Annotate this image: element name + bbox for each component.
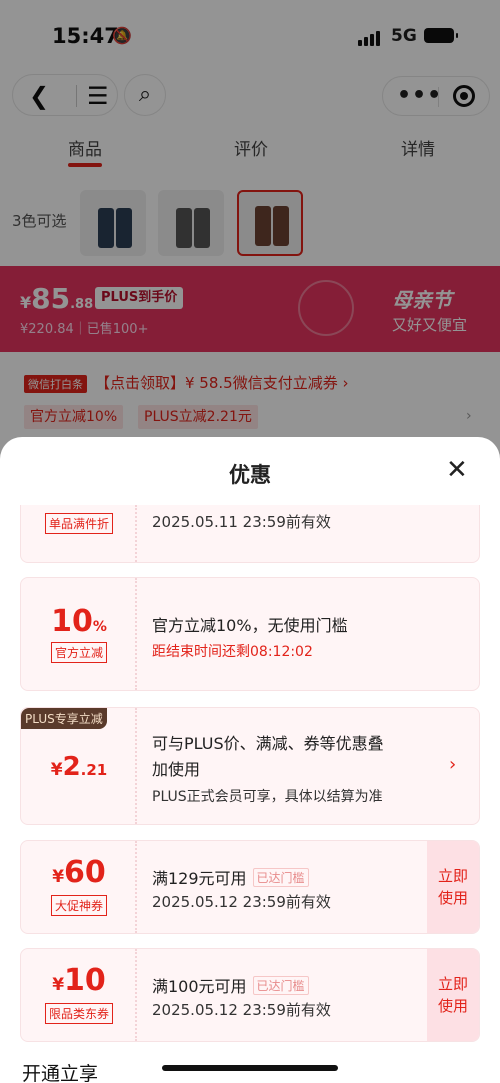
section-title-plus: 开通立享	[22, 1063, 99, 1083]
discount-card-official: 10% 官方立减 官方立减10%，无使用门槛 距结束时间还剩08:12:02	[20, 577, 480, 691]
coupon-threshold: 满100元可用 已达门槛	[152, 973, 309, 997]
coupon-amount: ¥10	[52, 963, 106, 998]
coupon-threshold: 满129元可用 已达门槛	[152, 865, 309, 889]
coupon-countdown: 距结束时间还剩08:12:02	[152, 644, 313, 660]
coupon-validity: 2025.05.11 23:59前有效	[152, 513, 331, 531]
coupon-validity: 2025.05.12 23:59前有效	[152, 893, 331, 911]
coupon-card-category: ¥10 限品类东券 满100元可用 已达门槛 2025.05.12 23:59前有…	[20, 948, 480, 1042]
chevron-right-icon[interactable]: ›	[449, 754, 456, 775]
home-indicator[interactable]	[162, 1065, 338, 1071]
coupon-description-2: 加使用	[152, 760, 201, 779]
coupon-type-tag: 大促神券	[50, 895, 108, 916]
coupon-description: 官方立减10%，无使用门槛	[152, 616, 348, 635]
coupon-description: 可与PLUS价、满减、券等优惠叠	[152, 734, 384, 753]
coupon-amount: 10%	[51, 604, 107, 639]
discount-card-plus[interactable]: PLUS专享立减 ¥2.21 可与PLUS价、满减、券等优惠叠 加使用 PLUS…	[20, 707, 480, 825]
coupon-amount: ¥60	[52, 855, 106, 890]
threshold-reached-tag: 已达门槛	[252, 976, 309, 995]
discount-sheet: 优惠 ✕ 单品满件折 2025.05.11 23:59前有效 10% 官方立减 …	[0, 437, 500, 1083]
use-now-button[interactable]: 立即 使用	[427, 841, 479, 933]
coupon-type-tag: 官方立减	[50, 642, 108, 663]
close-icon[interactable]: ✕	[446, 457, 468, 483]
sheet-title: 优惠	[229, 463, 271, 487]
discount-card-bundle: 单品满件折 2025.05.11 23:59前有效	[20, 505, 480, 563]
threshold-reached-tag: 已达门槛	[252, 868, 309, 887]
coupon-amount: ¥2.21	[50, 752, 108, 782]
coupon-note: PLUS正式会员可享，具体以结算为准	[152, 789, 383, 805]
use-now-button[interactable]: 立即 使用	[427, 949, 479, 1041]
coupon-type-tag: 单品满件折	[44, 513, 114, 534]
coupon-validity: 2025.05.12 23:59前有效	[152, 1001, 331, 1019]
coupon-card-promo: ¥60 大促神券 满129元可用 已达门槛 2025.05.12 23:59前有效…	[20, 840, 480, 934]
coupon-type-tag: 限品类东券	[44, 1003, 114, 1024]
plus-badge: PLUS专享立减	[21, 708, 107, 729]
